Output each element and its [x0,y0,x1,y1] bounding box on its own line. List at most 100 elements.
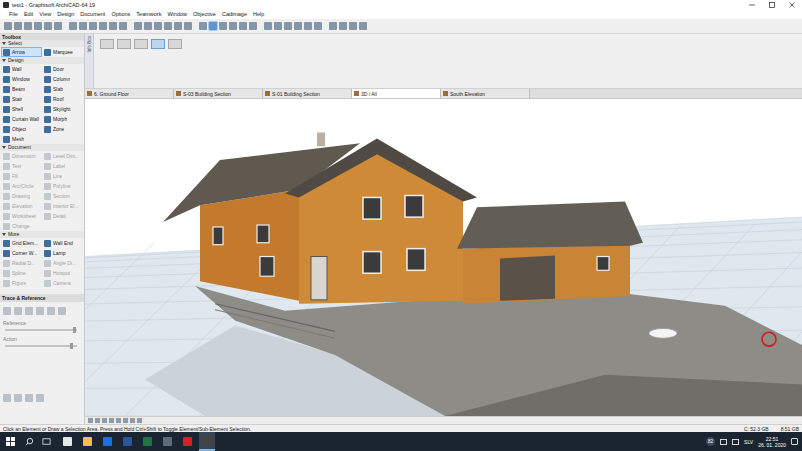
trace-button-icon[interactable] [36,394,44,402]
navigation-button-icon[interactable] [88,418,93,423]
info-box-button-icon[interactable] [100,39,114,49]
trace-button-icon[interactable] [58,307,66,315]
menu-item[interactable]: Document [77,10,108,19]
tool-item[interactable]: Figure [1,278,42,288]
trace-button-icon[interactable] [14,394,22,402]
tool-item[interactable]: Slab [42,84,83,94]
maximize-icon[interactable] [762,0,782,10]
expand-icon[interactable] [2,42,6,45]
tool-item[interactable]: Arrow [1,47,42,57]
toolbar-button-icon[interactable] [219,22,227,30]
windows-start-icon[interactable] [6,437,15,446]
toolbar-button-icon[interactable] [134,22,142,30]
view-tab[interactable]: South Elevation [441,89,530,98]
toolbar-button-icon[interactable] [154,22,162,30]
tool-item[interactable]: Skylight [42,104,83,114]
volume-icon[interactable] [732,439,739,445]
tool-item[interactable]: Wall [1,64,42,74]
tool-item[interactable]: Arc/Circle [1,181,42,191]
tool-item[interactable]: Detail [42,211,83,221]
tool-item[interactable]: Zone [42,124,83,134]
toolbar-button-icon[interactable] [89,22,97,30]
info-box-button-icon[interactable] [151,39,165,49]
3d-viewport[interactable] [85,99,802,416]
trace-button-icon[interactable] [3,394,11,402]
navigation-button-icon[interactable] [123,418,128,423]
view-tab[interactable]: S-01 Building Section [263,89,352,98]
view-tab[interactable]: 6. Ground Floor [85,89,174,98]
tool-item[interactable]: Fill [1,171,42,181]
navigation-button-icon[interactable] [109,418,114,423]
menu-item[interactable]: File [6,10,21,19]
slider-knob[interactable] [73,327,76,333]
menu-item[interactable]: Options [108,10,133,19]
toolbar-button-icon[interactable] [144,22,152,30]
trace-button-icon[interactable] [3,307,11,315]
menu-item[interactable]: Cadimage [219,10,250,19]
notifications-icon[interactable] [791,438,798,445]
section-header[interactable]: Document [0,144,84,151]
toolbar-button-icon[interactable] [44,22,52,30]
tool-item[interactable]: Beam [1,84,42,94]
tool-item[interactable]: Text [1,161,42,171]
toolbar-button-icon[interactable] [164,22,172,30]
tool-item[interactable]: Morph [42,114,83,124]
trace-button-icon[interactable] [14,307,22,315]
search-icon[interactable] [25,437,34,446]
menu-item[interactable]: Window [164,10,190,19]
tool-item[interactable]: Line [42,171,83,181]
tool-item[interactable]: Interior El... [42,201,83,211]
toolbar-button-icon[interactable] [239,22,247,30]
tool-item[interactable]: Level Dim... [42,151,83,161]
task-view-icon[interactable] [42,437,51,446]
expand-icon[interactable] [2,59,6,62]
toolbar-button-icon[interactable] [24,22,32,30]
section-header[interactable]: Select [0,40,84,47]
toolbar-button-icon[interactable] [109,22,117,30]
toolbar-button-icon[interactable] [54,22,62,30]
menu-item[interactable]: View [36,10,54,19]
minimize-icon[interactable] [742,0,762,10]
trace-button-icon[interactable] [25,394,33,402]
toolbar-button-icon[interactable] [184,22,192,30]
tool-item[interactable]: Column [42,74,83,84]
tool-item[interactable]: Wall End [42,238,83,248]
toolbar-button-icon[interactable] [99,22,107,30]
trace-button-icon[interactable] [36,307,44,315]
taskbar-app-icon[interactable] [99,432,115,451]
tool-item[interactable]: Window [1,74,42,84]
tool-item[interactable]: Section [42,191,83,201]
toolbar-button-icon[interactable] [174,22,182,30]
taskbar-app-icon[interactable] [119,432,135,451]
tool-item[interactable]: Dimension [1,151,42,161]
toolbar-button-icon[interactable] [69,22,77,30]
toolbar-button-icon[interactable] [119,22,127,30]
clock[interactable]: 22:5126. 01. 2020 [758,436,786,448]
info-box-button-icon[interactable] [134,39,148,49]
tool-item[interactable]: Worksheet [1,211,42,221]
toolbar-button-icon[interactable] [339,22,347,30]
toolbar-button-icon[interactable] [34,22,42,30]
menu-item[interactable]: Design [54,10,77,19]
toolbar-button-icon[interactable] [199,22,207,30]
tool-item[interactable]: Grid Elem... [1,238,42,248]
toolbar-button-icon[interactable] [284,22,292,30]
tool-item[interactable]: Radial D... [1,258,42,268]
navigation-button-icon[interactable] [102,418,107,423]
slider-track[interactable] [5,329,77,331]
expand-icon[interactable] [2,146,6,149]
toolbar-button-icon[interactable] [359,22,367,30]
trace-button-icon[interactable] [25,307,33,315]
navigation-button-icon[interactable] [137,418,142,423]
network-icon[interactable] [720,439,727,445]
view-tab[interactable]: S-03 Building Section [174,89,263,98]
tool-item[interactable]: Change [1,221,42,231]
tray-badge[interactable]: 82 [706,437,715,446]
tool-item[interactable]: Stair [1,94,42,104]
tool-item[interactable]: Door [42,64,83,74]
toolbar-button-icon[interactable] [209,22,217,30]
navigation-button-icon[interactable] [116,418,121,423]
toolbar-button-icon[interactable] [329,22,337,30]
tool-item[interactable]: Lamp [42,248,83,258]
tool-item[interactable]: Spline [1,268,42,278]
